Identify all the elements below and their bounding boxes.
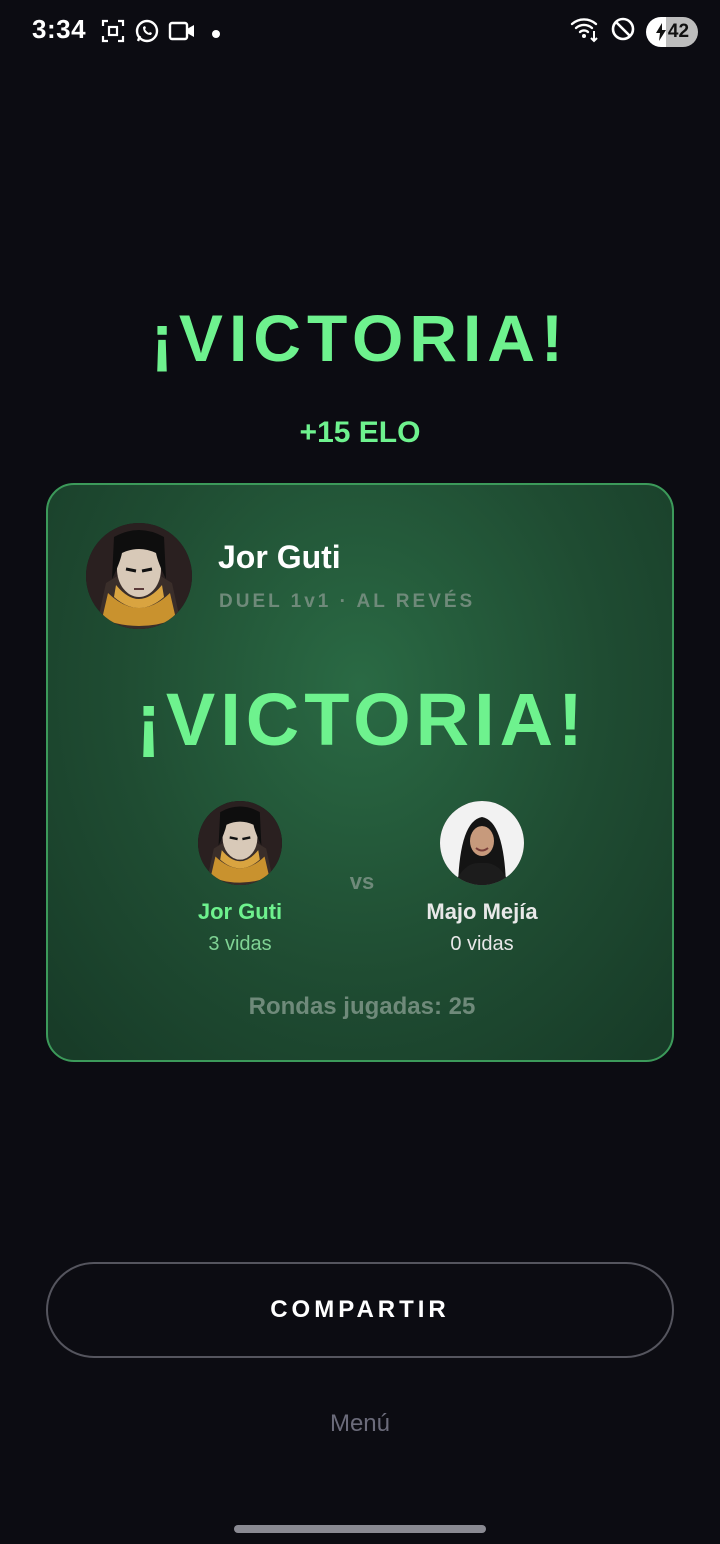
status-right-icons: 42 <box>570 15 698 48</box>
player-two: Majo Mejía 0 vidas <box>382 801 582 956</box>
avatar <box>86 523 192 629</box>
elo-change: +15 ELO <box>299 416 421 449</box>
card-victory-text: ¡VICTORIA! <box>136 678 588 761</box>
share-button[interactable]: COMPARTIR <box>46 1262 674 1358</box>
result-headline: ¡VICTORIA! <box>150 301 570 375</box>
screenshot-icon <box>100 18 126 49</box>
wifi-icon <box>570 15 600 48</box>
dot-icon <box>212 29 220 38</box>
rounds-played: Rondas jugadas: 25 <box>248 993 476 1020</box>
game-mode: DUEL 1v1 · AL REVÉS <box>219 591 476 612</box>
versus-label: vs <box>349 869 375 894</box>
avatar <box>198 801 282 885</box>
player-one-lives: 3 vidas <box>208 933 272 955</box>
whatsapp-icon <box>134 18 160 49</box>
result-screen: 3:34 42 ¡VICTORIA! +15 ELO Jor Guti DUEL… <box>0 0 720 1544</box>
status-time: 3:34 <box>32 14 87 44</box>
card-username: Jor Guti <box>218 539 341 575</box>
battery-level: 42 <box>667 20 690 42</box>
player-one: Jor Guti 3 vidas <box>140 801 340 956</box>
battery-icon: 42 <box>646 16 698 47</box>
video-icon <box>168 18 196 49</box>
menu-button[interactable]: Menú <box>0 1410 720 1438</box>
dnd-icon <box>610 16 636 47</box>
player-two-lives: 0 vidas <box>450 933 514 955</box>
result-card: Jor Guti DUEL 1v1 · AL REVÉS ¡VICTORIA! … <box>46 483 674 1062</box>
status-bar: 3:34 42 <box>0 0 720 62</box>
home-indicator[interactable] <box>234 1525 486 1533</box>
player-two-name: Majo Mejía <box>426 899 538 924</box>
player-one-name: Jor Guti <box>197 899 283 924</box>
avatar <box>440 801 524 885</box>
status-left-icons <box>100 18 220 49</box>
